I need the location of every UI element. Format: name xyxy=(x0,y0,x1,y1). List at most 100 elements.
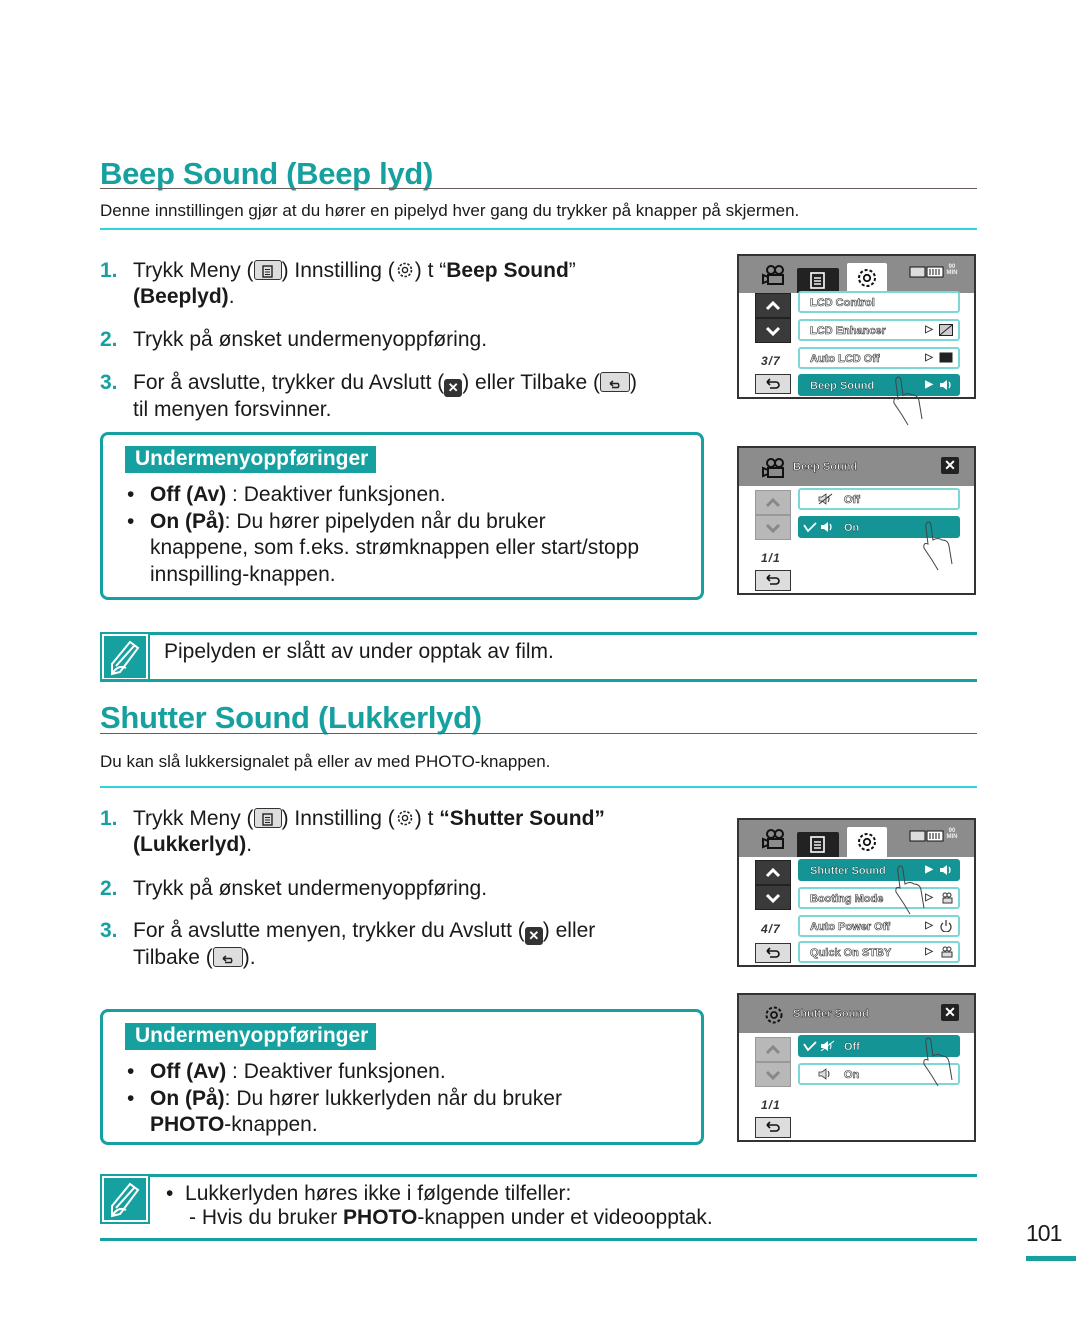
speaker-icon xyxy=(939,864,953,876)
menu-item-auto-power-off[interactable]: Auto Power Off ▷ xyxy=(798,915,960,937)
step-text: . xyxy=(246,833,253,856)
menu-item-label: LCD Enhancer xyxy=(810,325,886,338)
menu-item-label: Quick On STBY xyxy=(810,947,892,960)
beep-section-title: Beep Sound (Beep lyd) xyxy=(100,156,434,191)
back-button[interactable] xyxy=(755,1117,791,1138)
camcorder-icon[interactable] xyxy=(761,264,787,291)
step-2: 2. Trykk på ønsket undermenyoppføring. xyxy=(100,876,720,906)
scroll-down-button[interactable] xyxy=(755,515,791,540)
hand-pointer-icon xyxy=(923,1037,953,1087)
submenu-title: Undermenyoppføringer xyxy=(125,1023,377,1050)
scroll-up-button[interactable] xyxy=(755,860,791,885)
menu-item-lcd-control[interactable]: LCD Control xyxy=(798,291,960,313)
step-text: Trykk på ønsket undermenyoppføring. xyxy=(133,328,488,351)
page-number: 101 xyxy=(1026,1220,1062,1246)
submenu-item-desc: : Du hører lukkerlyden når du bruker xyxy=(224,1086,562,1110)
back-button[interactable] xyxy=(755,570,791,591)
tab-settings[interactable] xyxy=(847,827,887,857)
menu-item-quick-on-stby[interactable]: Quick On STBY ▷ xyxy=(798,941,960,963)
submenu-list: • Off (Av) : Deaktiver funksjonen. • On … xyxy=(123,482,703,592)
close-button[interactable]: ✕ xyxy=(941,1004,959,1021)
speaker-muted-icon xyxy=(818,493,833,505)
play-arrow-icon: ▷ xyxy=(925,324,933,335)
tab-menu[interactable] xyxy=(797,832,839,857)
option-off[interactable]: Off xyxy=(798,488,960,510)
step-text: ) eller xyxy=(542,919,596,942)
option-label: Off xyxy=(844,1041,860,1053)
step-number: 1. xyxy=(100,259,118,282)
step-text: ) t xyxy=(414,807,440,830)
submenu-item-label: Off (Av) xyxy=(150,483,227,506)
camcorder-icon[interactable] xyxy=(761,828,787,855)
note-text: Lukkerlyden høres ikke i følgende tilfel… xyxy=(185,1182,572,1205)
tab-settings[interactable] xyxy=(847,263,887,293)
option-label: On xyxy=(844,1069,860,1082)
menu-item-booting-mode[interactable]: Booting Mode ▷ xyxy=(798,887,960,909)
gear-icon xyxy=(763,1004,785,1031)
step-text: Trykk på ønsket undermenyoppføring. xyxy=(133,877,488,900)
scroll-up-button[interactable] xyxy=(755,293,791,318)
menu-item-label: Shutter Sound xyxy=(810,865,886,877)
page-indicator: 4/7 xyxy=(761,922,781,936)
step-text: ) xyxy=(629,371,637,394)
beep-intro: Denne innstillingen gjør at du hører en … xyxy=(100,201,800,220)
submenu-item-label: On (På) xyxy=(150,1086,225,1110)
menu-icon xyxy=(253,808,282,828)
step-bold-text: “Shutter Sound” xyxy=(439,807,605,830)
menu-item-label: Auto LCD Off xyxy=(810,353,880,366)
play-arrow-icon: ▷ xyxy=(925,920,933,931)
back-button[interactable] xyxy=(755,374,791,394)
menu-item-shutter-sound[interactable]: Shutter Sound ▶ xyxy=(798,859,960,881)
step-1: 1. Trykk Meny () Innstilling () t “Beep … xyxy=(100,258,720,318)
step-text: For å avslutte menyen, trykker du Avslut… xyxy=(133,919,525,942)
speaker-icon xyxy=(820,521,834,533)
power-timer-icon xyxy=(939,920,953,933)
scroll-up-button[interactable] xyxy=(755,490,791,515)
hand-pointer-icon xyxy=(893,376,923,426)
step-text: ) Innstilling ( xyxy=(281,807,395,830)
beep-submenu-box: Undermenyoppføringer • Off (Av) : Deakti… xyxy=(100,432,704,600)
back-button[interactable] xyxy=(755,943,791,963)
step-2: 2. Trykk på ønsket undermenyoppføring. xyxy=(100,327,720,357)
page-indicator: 1/1 xyxy=(761,551,781,565)
battery-time: 90 MIN xyxy=(946,828,958,840)
intro-rule xyxy=(100,228,977,230)
step-number: 2. xyxy=(100,328,118,351)
menu-item-label: LCD Control xyxy=(810,297,875,310)
step-text: For å avslutte, trykker du Avslutt ( xyxy=(133,371,445,394)
bullet: • xyxy=(127,1060,135,1083)
step-number: 2. xyxy=(100,877,118,900)
scroll-down-button[interactable] xyxy=(755,318,791,343)
hand-pointer-icon xyxy=(895,865,925,915)
page-number-bar xyxy=(1026,1256,1076,1261)
step-1: 1. Trykk Meny ( ) Innstilling ( ) t “Shutt… xyxy=(100,806,720,866)
back-icon xyxy=(212,947,243,967)
submenu-item-desc: : Du hører pipelyden når du bruker xyxy=(224,509,546,533)
checkmark-icon xyxy=(802,521,818,533)
scroll-down-button[interactable] xyxy=(755,1062,791,1087)
camcorder-icon xyxy=(939,892,953,904)
scroll-down-button[interactable] xyxy=(755,885,791,910)
step-text: ) eller Tilbake ( xyxy=(462,371,600,394)
step-bold-text: (Lukkerlyd) xyxy=(133,833,247,856)
close-icon: ✕ xyxy=(444,379,463,397)
bullet: • xyxy=(127,1086,135,1110)
note-rule-top xyxy=(100,1174,977,1177)
step-text: Trykk Meny ( xyxy=(133,807,254,830)
close-button[interactable]: ✕ xyxy=(941,457,959,474)
scroll-up-button[interactable] xyxy=(755,1037,791,1062)
menu-item-label: Beep Sound xyxy=(810,380,875,392)
menu-item-lcd-enhancer[interactable]: LCD Enhancer ▷ xyxy=(798,319,960,341)
menu-item-beep-sound[interactable]: Beep Sound ▶ xyxy=(798,374,960,396)
step-text: ” xyxy=(568,259,576,282)
speaker-muted-icon xyxy=(820,1040,835,1052)
step-text: til menyen forsvinner. xyxy=(133,398,332,421)
step-text: Trykk Meny ( xyxy=(133,259,254,282)
step-number: 1. xyxy=(100,807,118,830)
tab-menu[interactable] xyxy=(797,268,839,293)
popup-title: Shutter Sound xyxy=(793,1008,869,1021)
battery-time: 90 MIN xyxy=(946,264,958,276)
submenu-item-desc: -knappen. xyxy=(224,1113,318,1136)
menu-item-auto-lcd-off[interactable]: Auto LCD Off ▷ xyxy=(798,347,960,369)
step-text: ) Innstilling ( xyxy=(281,259,395,282)
